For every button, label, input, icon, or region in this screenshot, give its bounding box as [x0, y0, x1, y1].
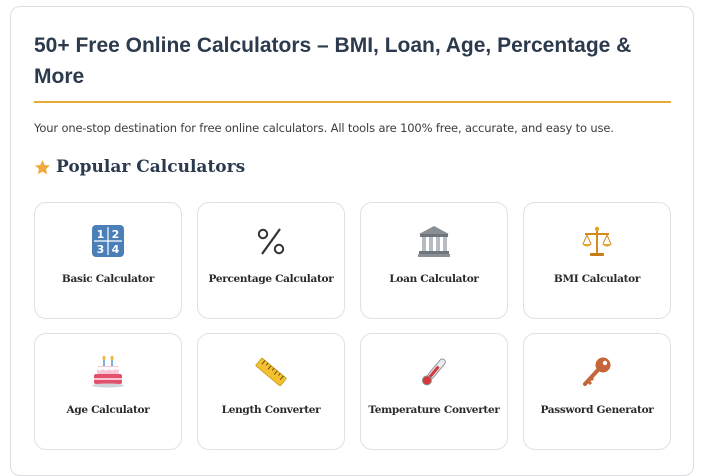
temperature-converter-card[interactable]: Temperature Converter — [360, 333, 508, 450]
calculator-label: BMI Calculator — [553, 273, 641, 285]
calculator-label: Length Converter — [221, 404, 321, 416]
page-card: 50+ Free Online Calculators – BMI, Loan,… — [10, 6, 694, 476]
calculator-label: Percentage Calculator — [208, 273, 334, 285]
intro-text: Your one-stop destination for free onlin… — [34, 121, 614, 135]
scales-icon — [579, 223, 615, 259]
section-heading: Popular Calculators — [34, 157, 245, 177]
basic-calculator-card[interactable]: 1 2 3 4 Basic Calculator — [34, 202, 182, 319]
star-icon — [34, 159, 51, 176]
svg-text:2: 2 — [112, 228, 120, 241]
calculator-label: Basic Calculator — [61, 273, 155, 285]
svg-text:4: 4 — [112, 243, 120, 256]
svg-text:3: 3 — [97, 243, 105, 256]
key-icon — [579, 354, 615, 390]
calculator-label: Password Generator — [540, 404, 654, 416]
bmi-calculator-card[interactable]: BMI Calculator — [523, 202, 671, 319]
title-divider — [34, 101, 671, 103]
svg-text:1: 1 — [97, 228, 105, 241]
loan-calculator-card[interactable]: Loan Calculator — [360, 202, 508, 319]
age-calculator-card[interactable]: Age Calculator — [34, 333, 182, 450]
calculator-label: Age Calculator — [66, 404, 150, 416]
calculator-label: Temperature Converter — [368, 404, 500, 416]
section-heading-label: Popular Calculators — [56, 157, 246, 177]
birthday-cake-icon — [90, 354, 126, 390]
page-title: 50+ Free Online Calculators – BMI, Loan,… — [34, 34, 632, 88]
percent-icon — [253, 223, 289, 259]
calculator-label: Loan Calculator — [389, 273, 479, 285]
numbers-keycap-icon: 1 2 3 4 — [90, 223, 126, 259]
bank-icon — [416, 223, 452, 259]
ruler-icon — [253, 354, 289, 390]
length-converter-card[interactable]: Length Converter — [197, 333, 345, 450]
calculator-grid: 1 2 3 4 Basic Calculator Percentage Calc… — [34, 202, 672, 452]
password-generator-card[interactable]: Password Generator — [523, 333, 671, 450]
thermometer-icon — [416, 354, 452, 390]
percentage-calculator-card[interactable]: Percentage Calculator — [197, 202, 345, 319]
